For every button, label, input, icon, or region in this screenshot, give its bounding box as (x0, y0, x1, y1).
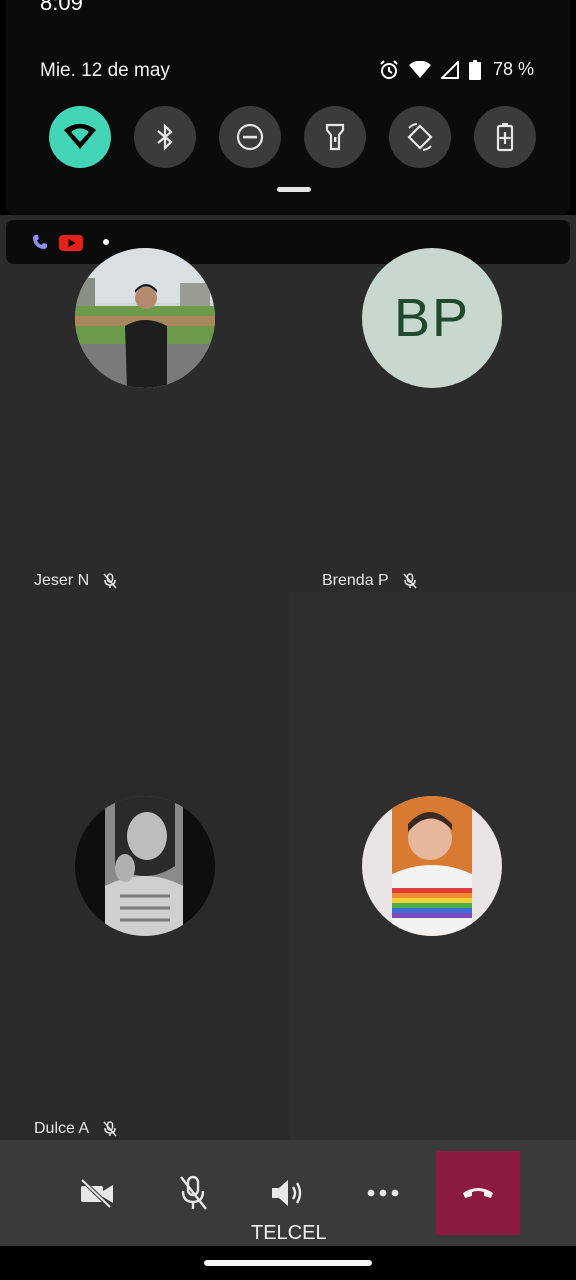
avatar (75, 796, 215, 936)
participant-tile-4[interactable] (290, 592, 576, 1140)
do-not-disturb-tile[interactable] (219, 106, 281, 168)
wifi-icon (64, 123, 96, 149)
mute-button[interactable] (169, 1170, 217, 1216)
status-icons: 78 % (379, 59, 534, 80)
wifi-status-icon (408, 60, 431, 78)
participant-photo (75, 248, 215, 388)
participant-tile-jeser[interactable]: Jeser N (0, 248, 288, 590)
more-icon (367, 1189, 399, 1197)
home-gesture-handle[interactable] (204, 1260, 372, 1266)
avatar (75, 248, 215, 388)
speaker-button[interactable] (264, 1170, 312, 1216)
participant-photo (75, 796, 215, 936)
hangup-icon (463, 1188, 493, 1198)
status-date[interactable]: Mie. 12 de may (40, 60, 170, 82)
participant-name-row: Jeser N (34, 572, 117, 590)
camera-off-icon (80, 1178, 113, 1208)
shade-drag-handle[interactable] (277, 187, 311, 192)
mic-off-icon (103, 573, 117, 589)
system-nav-bar (0, 1246, 576, 1280)
quick-settings-shade: 8:09 Mie. 12 de may 78 % (0, 0, 576, 215)
participant-name-row: Brenda P (322, 572, 417, 590)
participant-name-row: Dulce A (34, 1120, 117, 1138)
avatar (362, 796, 502, 936)
video-call-screen: 8:09 Mie. 12 de may 78 % Jeser N BP Bren… (0, 0, 576, 1280)
youtube-icon (59, 235, 83, 251)
avatar-initials: BP (362, 248, 502, 388)
auto-rotate-icon (407, 123, 433, 151)
participant-name: Brenda P (322, 572, 389, 589)
participant-photo (362, 796, 502, 936)
quick-settings-panel: 8:09 Mie. 12 de may 78 % (6, 0, 570, 215)
hang-up-button[interactable] (436, 1151, 520, 1235)
more-notifications-dot (103, 239, 109, 245)
flashlight-tile[interactable] (304, 106, 366, 168)
call-controls-bar: TELCEL (0, 1140, 576, 1246)
more-options-button[interactable] (359, 1170, 407, 1216)
phone-icon (33, 235, 47, 249)
speaker-icon (272, 1180, 302, 1206)
mic-off-icon (180, 1175, 207, 1210)
participant-tile-brenda[interactable]: BP Brenda P (288, 248, 576, 590)
battery-saver-tile[interactable] (474, 106, 536, 168)
wifi-tile[interactable] (49, 106, 111, 168)
mic-off-icon (103, 1121, 117, 1137)
do-not-disturb-icon (236, 123, 264, 151)
battery-saver-icon (496, 123, 514, 152)
carrier-label: TELCEL (251, 1222, 327, 1244)
camera-toggle-button[interactable] (73, 1170, 121, 1216)
battery-percentage: 78 % (492, 59, 534, 79)
quick-settings-tiles (49, 106, 536, 168)
auto-rotate-tile[interactable] (389, 106, 451, 168)
bluetooth-tile[interactable] (134, 106, 196, 168)
bluetooth-icon (157, 123, 173, 151)
alarm-icon (380, 59, 398, 79)
status-time: 8:09 (40, 0, 83, 15)
participant-name: Dulce A (34, 1120, 90, 1137)
flashlight-icon (325, 123, 345, 151)
cell-signal-icon (440, 60, 459, 79)
avatar-initials-text: BP (393, 288, 471, 348)
mic-off-icon (403, 573, 417, 589)
participant-name: Jeser N (34, 572, 90, 589)
battery-icon (468, 59, 481, 80)
participant-tile-dulce[interactable]: Dulce A (0, 592, 288, 1140)
notification-icons-bar[interactable] (6, 220, 570, 264)
